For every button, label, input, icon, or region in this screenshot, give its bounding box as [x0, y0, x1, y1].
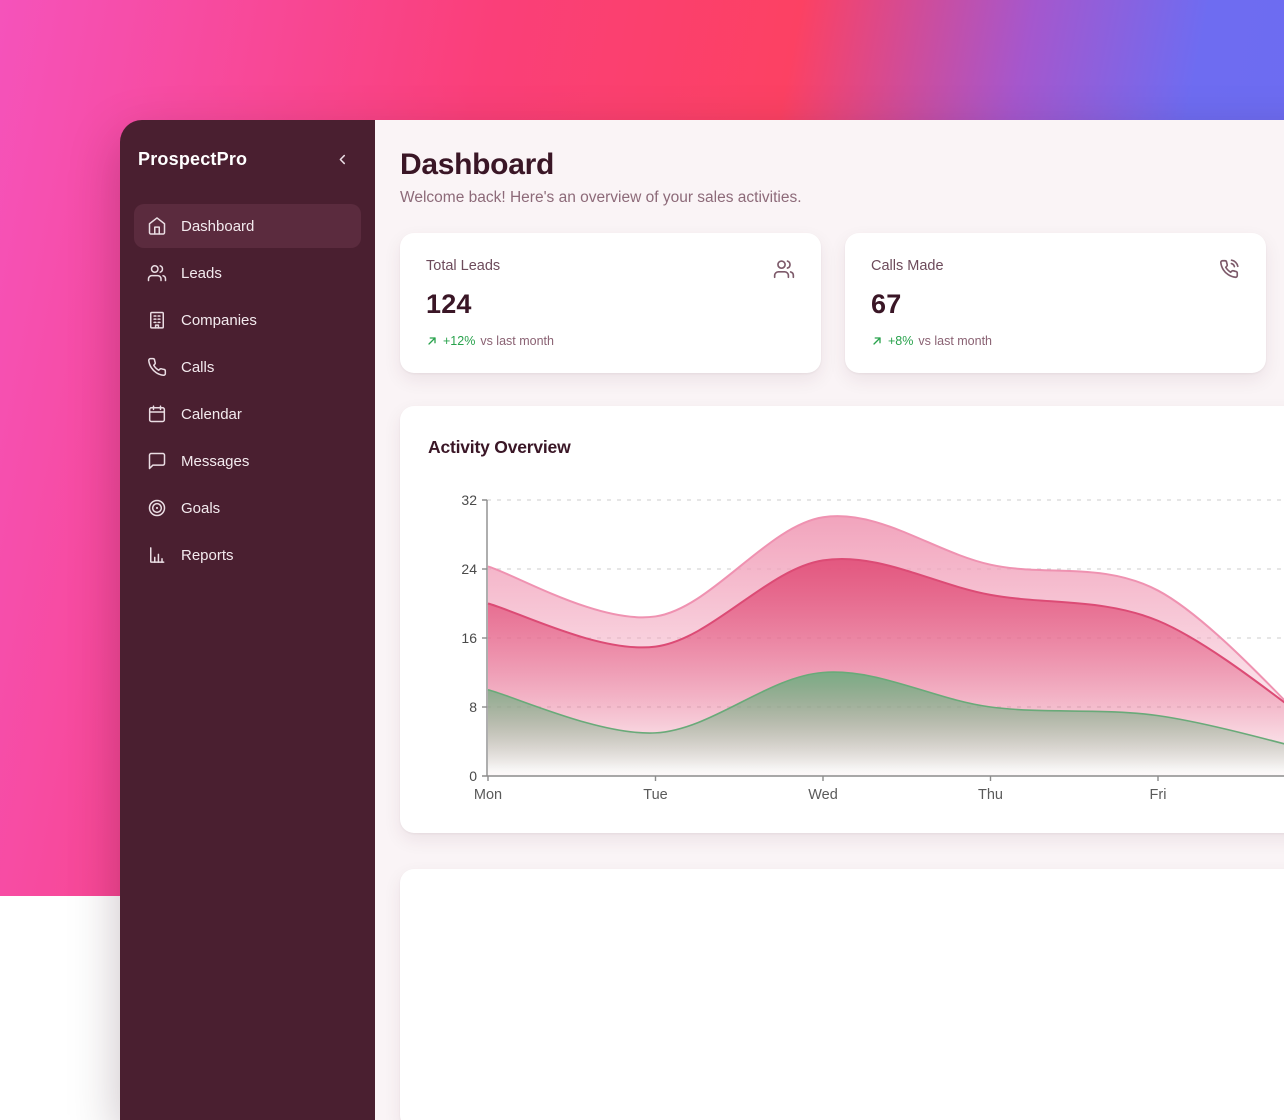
svg-text:16: 16: [461, 630, 477, 646]
trend-change: +12%: [443, 334, 475, 348]
svg-text:32: 32: [461, 492, 477, 508]
svg-text:Wed: Wed: [808, 787, 838, 803]
sidebar-collapse-button[interactable]: [331, 148, 353, 170]
users-icon: [147, 263, 167, 283]
bottom-card: [400, 869, 1284, 1120]
svg-text:Fri: Fri: [1150, 787, 1167, 803]
svg-text:0: 0: [469, 768, 477, 784]
stat-card: Total Leads 124 +12% vs last month: [400, 233, 821, 373]
svg-text:Tue: Tue: [643, 787, 667, 803]
sidebar-item-reports[interactable]: Reports: [134, 533, 361, 577]
trend-up-icon: [871, 335, 883, 347]
stat-label: Total Leads: [426, 258, 500, 274]
phone-icon: [147, 357, 167, 377]
sidebar-item-messages[interactable]: Messages: [134, 439, 361, 483]
svg-text:8: 8: [469, 699, 477, 715]
svg-text:24: 24: [461, 561, 477, 577]
message-icon: [147, 451, 167, 471]
bar-chart-icon: [147, 545, 167, 565]
activity-overview-card: Activity Overview 08162432MonTueWedThuFr…: [400, 406, 1284, 833]
trend-suffix: vs last month: [918, 334, 992, 348]
calendar-icon: [147, 404, 167, 424]
home-icon: [147, 216, 167, 236]
sidebar-item-dashboard[interactable]: Dashboard: [134, 204, 361, 248]
sidebar-item-label: Messages: [181, 453, 249, 470]
trend-change: +8%: [888, 334, 913, 348]
chevron-left-icon: [334, 151, 351, 168]
trend-suffix: vs last month: [480, 334, 554, 348]
trend-up-icon: [426, 335, 438, 347]
sidebar-item-calls[interactable]: Calls: [134, 345, 361, 389]
stat-trend: +12% vs last month: [426, 334, 795, 348]
sidebar-item-label: Dashboard: [181, 218, 254, 235]
sidebar-item-goals[interactable]: Goals: [134, 486, 361, 530]
page-title: Dashboard: [400, 148, 1284, 182]
sidebar-item-label: Goals: [181, 500, 220, 517]
target-icon: [147, 498, 167, 518]
activity-chart: 0 8 16 24 32 Mon Tue Wed Thu Fri: [400, 406, 1284, 833]
sidebar-item-companies[interactable]: Companies: [134, 298, 361, 342]
svg-text:Thu: Thu: [978, 787, 1003, 803]
main-content: Dashboard Welcome back! Here's an overvi…: [375, 120, 1284, 1120]
users-icon: [773, 258, 795, 280]
sidebar-item-label: Leads: [181, 265, 222, 282]
stats-row: Total Leads124+12%vs last monthCalls Mad…: [400, 233, 1284, 373]
stat-label: Calls Made: [871, 258, 944, 274]
stat-card: Calls Made 67 +8% vs last month: [845, 233, 1266, 373]
sidebar-item-calendar[interactable]: Calendar: [134, 392, 361, 436]
sidebar-item-label: Calls: [181, 359, 214, 376]
phone-call-icon: [1218, 258, 1240, 280]
sidebar-nav: Dashboard Leads Companies Calls Calendar Mess…: [134, 204, 361, 577]
sidebar-item-label: Companies: [181, 312, 257, 329]
sidebar-header: ProspectPro: [134, 146, 361, 172]
sidebar-item-label: Calendar: [181, 406, 242, 423]
page-subtitle: Welcome back! Here's an overview of your…: [400, 189, 1284, 207]
sidebar-item-leads[interactable]: Leads: [134, 251, 361, 295]
sidebar: ProspectPro Dashboard Leads Companies Calls…: [120, 120, 375, 1120]
svg-text:Mon: Mon: [474, 787, 502, 803]
gradient-background: ProspectPro Dashboard Leads Companies Calls…: [0, 0, 1284, 896]
stat-value: 67: [871, 289, 1240, 320]
sidebar-item-label: Reports: [181, 547, 234, 564]
stat-value: 124: [426, 289, 795, 320]
app-logo: ProspectPro: [138, 149, 247, 170]
stat-trend: +8% vs last month: [871, 334, 1240, 348]
app-window: ProspectPro Dashboard Leads Companies Calls…: [120, 120, 1284, 1120]
building-icon: [147, 310, 167, 330]
